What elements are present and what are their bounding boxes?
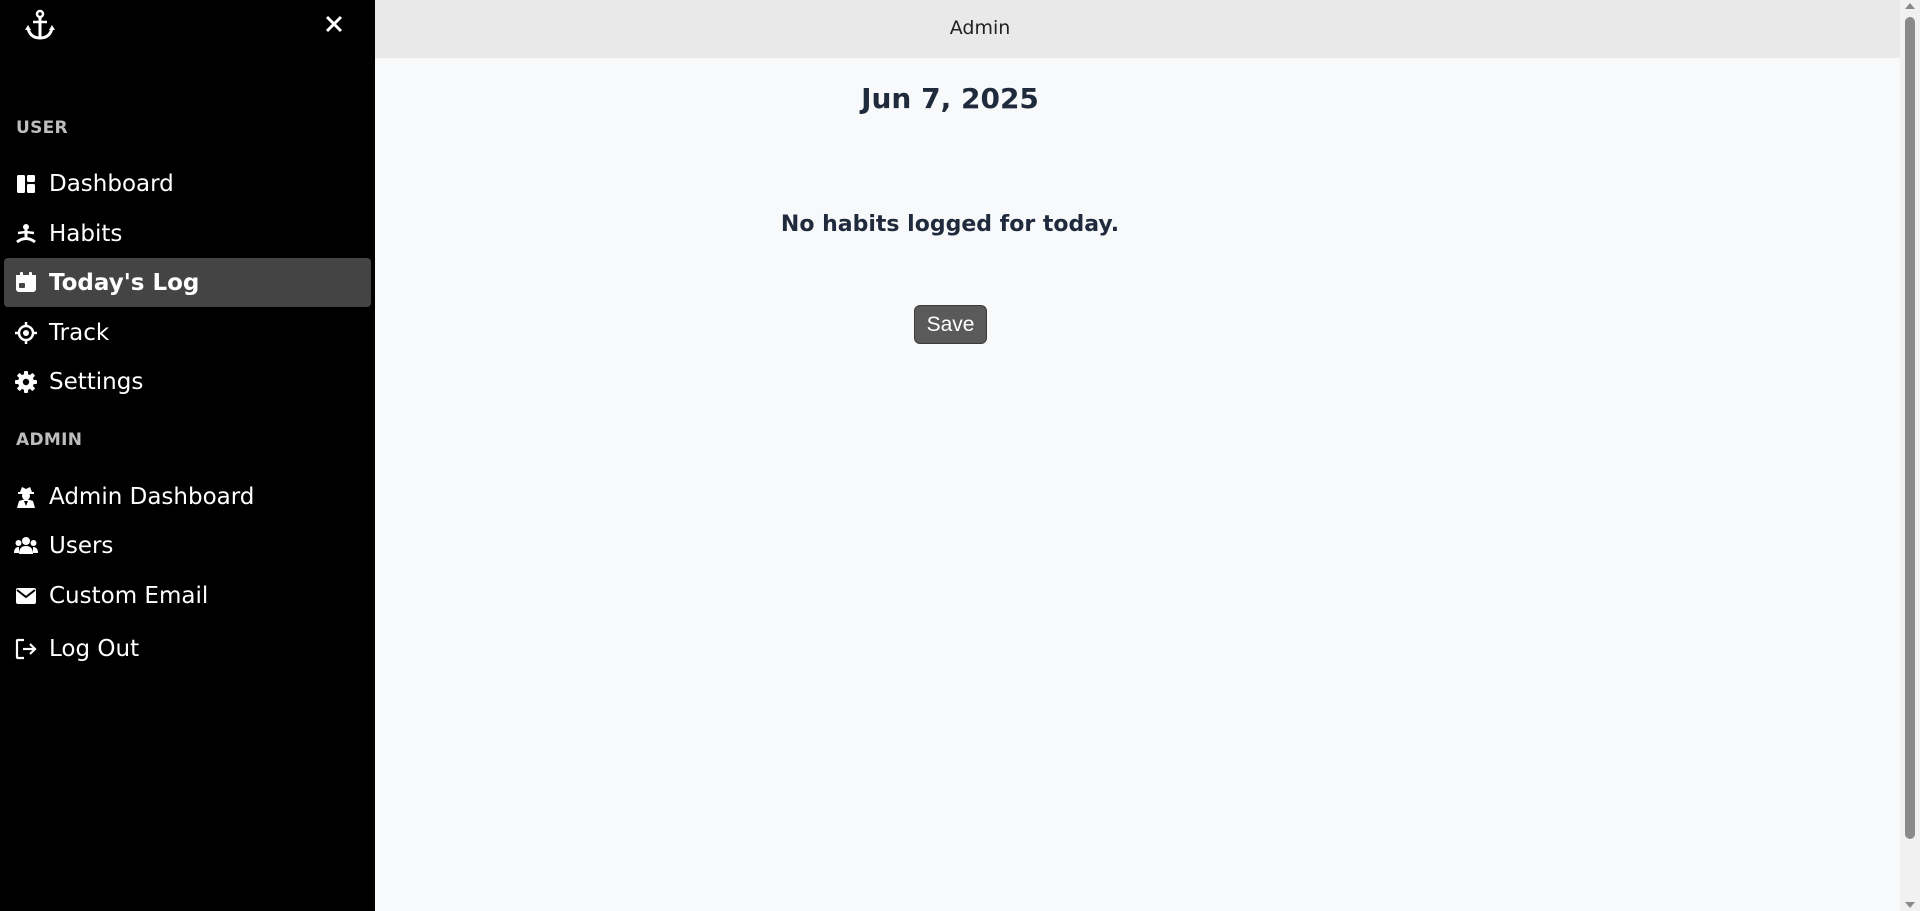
sidebar-item-label: Users	[49, 532, 114, 559]
meditation-icon	[14, 222, 38, 246]
sidebar-item-dashboard[interactable]: Dashboard	[4, 159, 371, 208]
sidebar-item-settings[interactable]: Settings	[4, 357, 371, 406]
sidebar-item-track[interactable]: Track	[4, 308, 371, 357]
anchor-icon[interactable]	[22, 8, 58, 44]
dashboard-icon	[14, 172, 38, 196]
sidebar-item-users[interactable]: Users	[4, 521, 371, 570]
scroll-up-arrow-icon[interactable]	[1905, 3, 1915, 9]
sidebar-item-label: Habits	[49, 220, 123, 247]
sidebar: USER Dashboard Habits Today's Log Track …	[0, 0, 375, 911]
sidebar-item-label: Log Out	[49, 635, 140, 662]
empty-state-message: No habits logged for today.	[780, 212, 1120, 237]
sidebar-item-label: Settings	[49, 368, 144, 395]
calendar-icon	[14, 271, 38, 295]
sidebar-item-log-out[interactable]: Log Out	[4, 624, 371, 673]
section-label-user: USER	[16, 118, 68, 138]
logout-icon	[14, 637, 38, 661]
scrollbar-thumb[interactable]	[1905, 17, 1915, 839]
scrollbar[interactable]	[1900, 0, 1920, 911]
envelope-icon	[14, 584, 38, 608]
gear-icon	[14, 370, 38, 394]
sidebar-item-custom-email[interactable]: Custom Email	[4, 571, 371, 620]
sidebar-item-label: Admin Dashboard	[49, 483, 255, 510]
crosshair-icon	[14, 321, 38, 345]
sidebar-item-todays-log[interactable]: Today's Log	[4, 258, 371, 307]
sidebar-item-habits[interactable]: Habits	[4, 209, 371, 258]
sidebar-item-label: Custom Email	[49, 582, 209, 609]
user-secret-icon	[14, 485, 38, 509]
sidebar-item-admin-dashboard[interactable]: Admin Dashboard	[4, 472, 371, 521]
scroll-down-arrow-icon[interactable]	[1905, 902, 1915, 908]
section-label-admin: ADMIN	[16, 430, 83, 450]
sidebar-item-label: Dashboard	[49, 170, 174, 197]
sidebar-item-label: Track	[49, 319, 110, 346]
sidebar-item-label: Today's Log	[49, 269, 200, 296]
users-icon	[14, 534, 38, 558]
top-bar: Admin	[375, 0, 1900, 58]
close-sidebar-button[interactable]	[318, 10, 350, 42]
close-icon	[324, 14, 344, 38]
page-title: Admin	[949, 17, 1011, 39]
save-button[interactable]: Save	[914, 305, 987, 344]
date-heading: Jun 7, 2025	[861, 82, 1039, 115]
